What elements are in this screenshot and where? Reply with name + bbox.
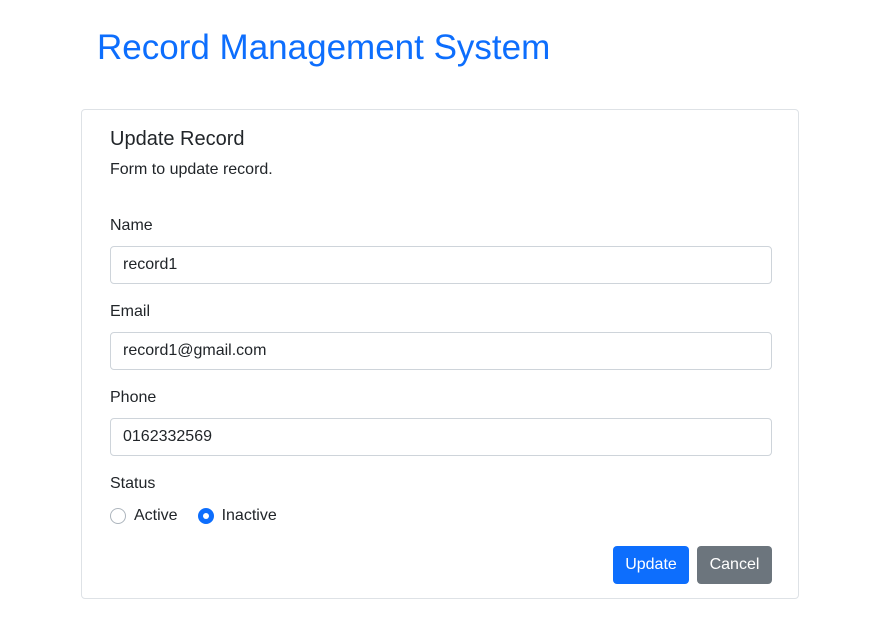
card-title: Update Record <box>110 128 245 150</box>
page-title: Record Management System <box>97 28 551 67</box>
status-radio-group: Active Inactive <box>110 506 297 526</box>
update-record-card: Update Record Form to update record. Nam… <box>81 109 799 599</box>
active-radio[interactable] <box>110 508 126 524</box>
inactive-radio-label[interactable]: Inactive <box>222 506 277 526</box>
cancel-button[interactable]: Cancel <box>697 546 772 584</box>
status-label: Status <box>110 475 156 492</box>
name-label: Name <box>110 217 153 234</box>
phone-label: Phone <box>110 389 157 406</box>
status-option-inactive[interactable]: Inactive <box>197 506 277 526</box>
card-subtitle: Form to update record. <box>110 161 273 178</box>
email-input[interactable] <box>110 332 772 370</box>
active-radio-label[interactable]: Active <box>134 506 178 526</box>
inactive-radio[interactable] <box>197 508 214 524</box>
email-label: Email <box>110 303 151 320</box>
phone-input[interactable] <box>110 418 772 456</box>
name-input[interactable] <box>110 246 772 284</box>
update-button[interactable]: Update <box>613 546 689 584</box>
status-option-active[interactable]: Active <box>110 506 178 526</box>
